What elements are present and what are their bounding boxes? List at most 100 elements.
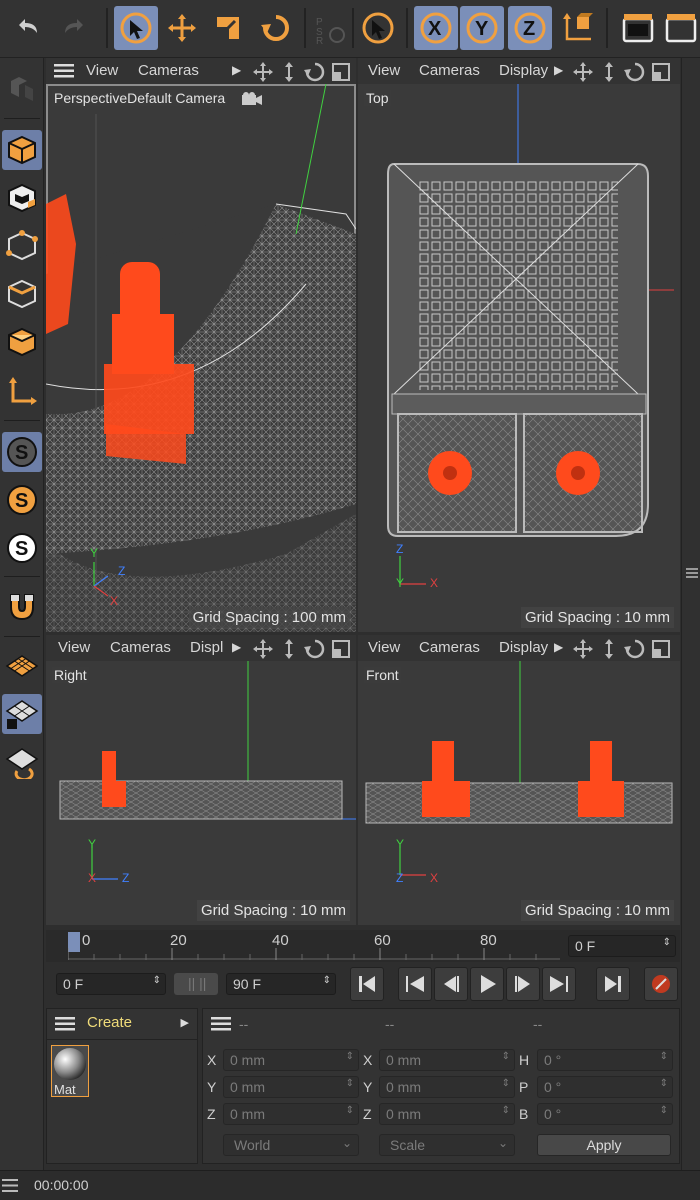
menu-display[interactable]: Display (499, 62, 548, 79)
workplane-snap-button[interactable]: S (2, 528, 42, 568)
previous-key-button[interactable] (398, 967, 432, 1001)
pos-y-field[interactable]: 0 mm ⇕ (223, 1076, 359, 1098)
menu-display[interactable]: Displ (190, 639, 223, 656)
next-key-button[interactable] (542, 967, 576, 1001)
magnet-icon (10, 594, 34, 621)
maximize-icon[interactable] (330, 61, 352, 83)
menu-view[interactable]: View (368, 62, 400, 79)
y-axis-lock-button[interactable]: Y (460, 6, 504, 50)
size-x-field[interactable]: 0 mm ⇕ (379, 1049, 515, 1071)
viewport-canvas-top[interactable]: Top Z Y X Grid Spacing : 10 mm (358, 84, 680, 632)
orbit-icon[interactable] (304, 61, 326, 83)
menu-cameras[interactable]: Cameras (110, 639, 171, 656)
menu-cameras[interactable]: Cameras (419, 639, 480, 656)
make-editable-button[interactable] (2, 68, 42, 108)
menu-overflow-arrow[interactable]: ▶ (232, 640, 241, 654)
magnet-tool-button[interactable] (2, 586, 42, 626)
end-frame-field[interactable]: 90 F ⇕ (226, 973, 336, 995)
menu-cameras[interactable]: Cameras (419, 62, 480, 79)
polygon-mode-button[interactable] (2, 322, 42, 362)
scale-tool-button[interactable] (206, 6, 250, 50)
size-y-field[interactable]: 0 mm ⇕ (379, 1076, 515, 1098)
menu-overflow-arrow[interactable]: ▶ (181, 1016, 189, 1029)
timeline-ruler[interactable]: 0 20 40 60 80 0 F ⇕ (46, 930, 680, 962)
axis-mode-button[interactable] (2, 372, 42, 412)
workplane-align-button[interactable] (2, 742, 42, 782)
panel-resize-handle[interactable] (686, 568, 698, 570)
create-menu[interactable]: Create (87, 1014, 132, 1031)
zoom-icon[interactable] (598, 61, 620, 83)
live-select-button[interactable] (356, 6, 400, 50)
play-button[interactable] (470, 967, 504, 1001)
rot-b-field[interactable]: 0 ° ⇕ (537, 1103, 673, 1125)
rot-h-field[interactable]: 0 ° ⇕ (537, 1049, 673, 1071)
hamburger-icon[interactable] (211, 1017, 231, 1031)
texture-mode-button[interactable] (2, 178, 42, 218)
menu-view[interactable]: View (86, 62, 118, 79)
go-to-end-button[interactable] (596, 967, 630, 1001)
undo-button[interactable] (6, 6, 50, 50)
rotate-tool-button[interactable] (254, 6, 298, 50)
material-swatch[interactable]: Mat (51, 1045, 89, 1097)
menu-view[interactable]: View (368, 639, 400, 656)
hamburger-icon[interactable] (54, 64, 74, 78)
menu-overflow-arrow[interactable]: ▶ (554, 640, 563, 654)
viewport-canvas-perspective[interactable]: PerspectiveDefault Camera Y Z X Grid Spa… (46, 84, 356, 632)
workplane-button[interactable] (2, 646, 42, 686)
coordinate-system-dropdown[interactable]: World ⌄ (223, 1134, 359, 1156)
hamburger-icon[interactable] (2, 1179, 18, 1193)
next-frame-button[interactable] (506, 967, 540, 1001)
record-button[interactable] (644, 967, 678, 1001)
start-frame-field[interactable]: 0 F ⇕ (56, 973, 166, 995)
pan-icon[interactable] (572, 638, 594, 660)
current-frame-field[interactable]: 0 F ⇕ (568, 935, 676, 957)
zoom-icon[interactable] (278, 61, 300, 83)
tick-label: 60 (374, 932, 391, 949)
orbit-icon[interactable] (304, 638, 326, 660)
rot-p-field[interactable]: 0 ° ⇕ (537, 1076, 673, 1098)
psr-button[interactable]: PSR (308, 6, 352, 50)
orbit-icon[interactable] (624, 638, 646, 660)
render-view-button[interactable] (616, 6, 660, 50)
hamburger-icon[interactable] (55, 1017, 75, 1031)
mode-dropdown[interactable]: Scale ⌄ (379, 1134, 515, 1156)
snap-toggle-button[interactable]: S (2, 432, 42, 472)
pan-icon[interactable] (252, 61, 274, 83)
maximize-icon[interactable] (650, 638, 672, 660)
move-icon (168, 14, 196, 42)
apply-button[interactable]: Apply (537, 1134, 671, 1156)
edge-mode-button[interactable] (2, 274, 42, 314)
zoom-icon[interactable] (278, 638, 300, 660)
menu-display[interactable]: Display (499, 639, 548, 656)
viewport-canvas-front[interactable]: Front Y Z X Grid Spacing : 10 mm (358, 661, 680, 925)
menu-overflow-arrow[interactable]: ▶ (232, 63, 241, 77)
viewport-canvas-right[interactable]: Right Y X Z Grid Spacing : 10 mm (46, 661, 356, 925)
camera-icon[interactable] (242, 92, 262, 106)
orbit-icon[interactable] (624, 61, 646, 83)
pos-x-field[interactable]: 0 mm ⇕ (223, 1049, 359, 1071)
snap-settings-button[interactable]: S (2, 480, 42, 520)
maximize-icon[interactable] (650, 61, 672, 83)
z-axis-lock-button[interactable]: Z (508, 6, 552, 50)
model-mode-button[interactable] (2, 130, 42, 170)
range-slider[interactable]: || || (174, 973, 218, 995)
render-settings-button[interactable] (662, 6, 700, 50)
pan-icon[interactable] (252, 638, 274, 660)
go-to-start-button[interactable] (350, 967, 384, 1001)
previous-frame-button[interactable] (434, 967, 468, 1001)
select-tool-button[interactable] (114, 6, 158, 50)
pos-z-field[interactable]: 0 mm ⇕ (223, 1103, 359, 1125)
pan-icon[interactable] (572, 61, 594, 83)
size-z-field[interactable]: 0 mm ⇕ (379, 1103, 515, 1125)
point-mode-button[interactable] (2, 226, 42, 266)
maximize-icon[interactable] (330, 638, 352, 660)
move-tool-button[interactable] (160, 6, 204, 50)
zoom-icon[interactable] (598, 638, 620, 660)
menu-cameras[interactable]: Cameras (138, 62, 199, 79)
menu-view[interactable]: View (58, 639, 90, 656)
workplane-lock-button[interactable] (2, 694, 42, 734)
menu-overflow-arrow[interactable]: ▶ (554, 63, 563, 77)
redo-button[interactable] (52, 6, 96, 50)
coordinate-system-button[interactable] (556, 6, 600, 50)
x-axis-lock-button[interactable]: X (414, 6, 458, 50)
